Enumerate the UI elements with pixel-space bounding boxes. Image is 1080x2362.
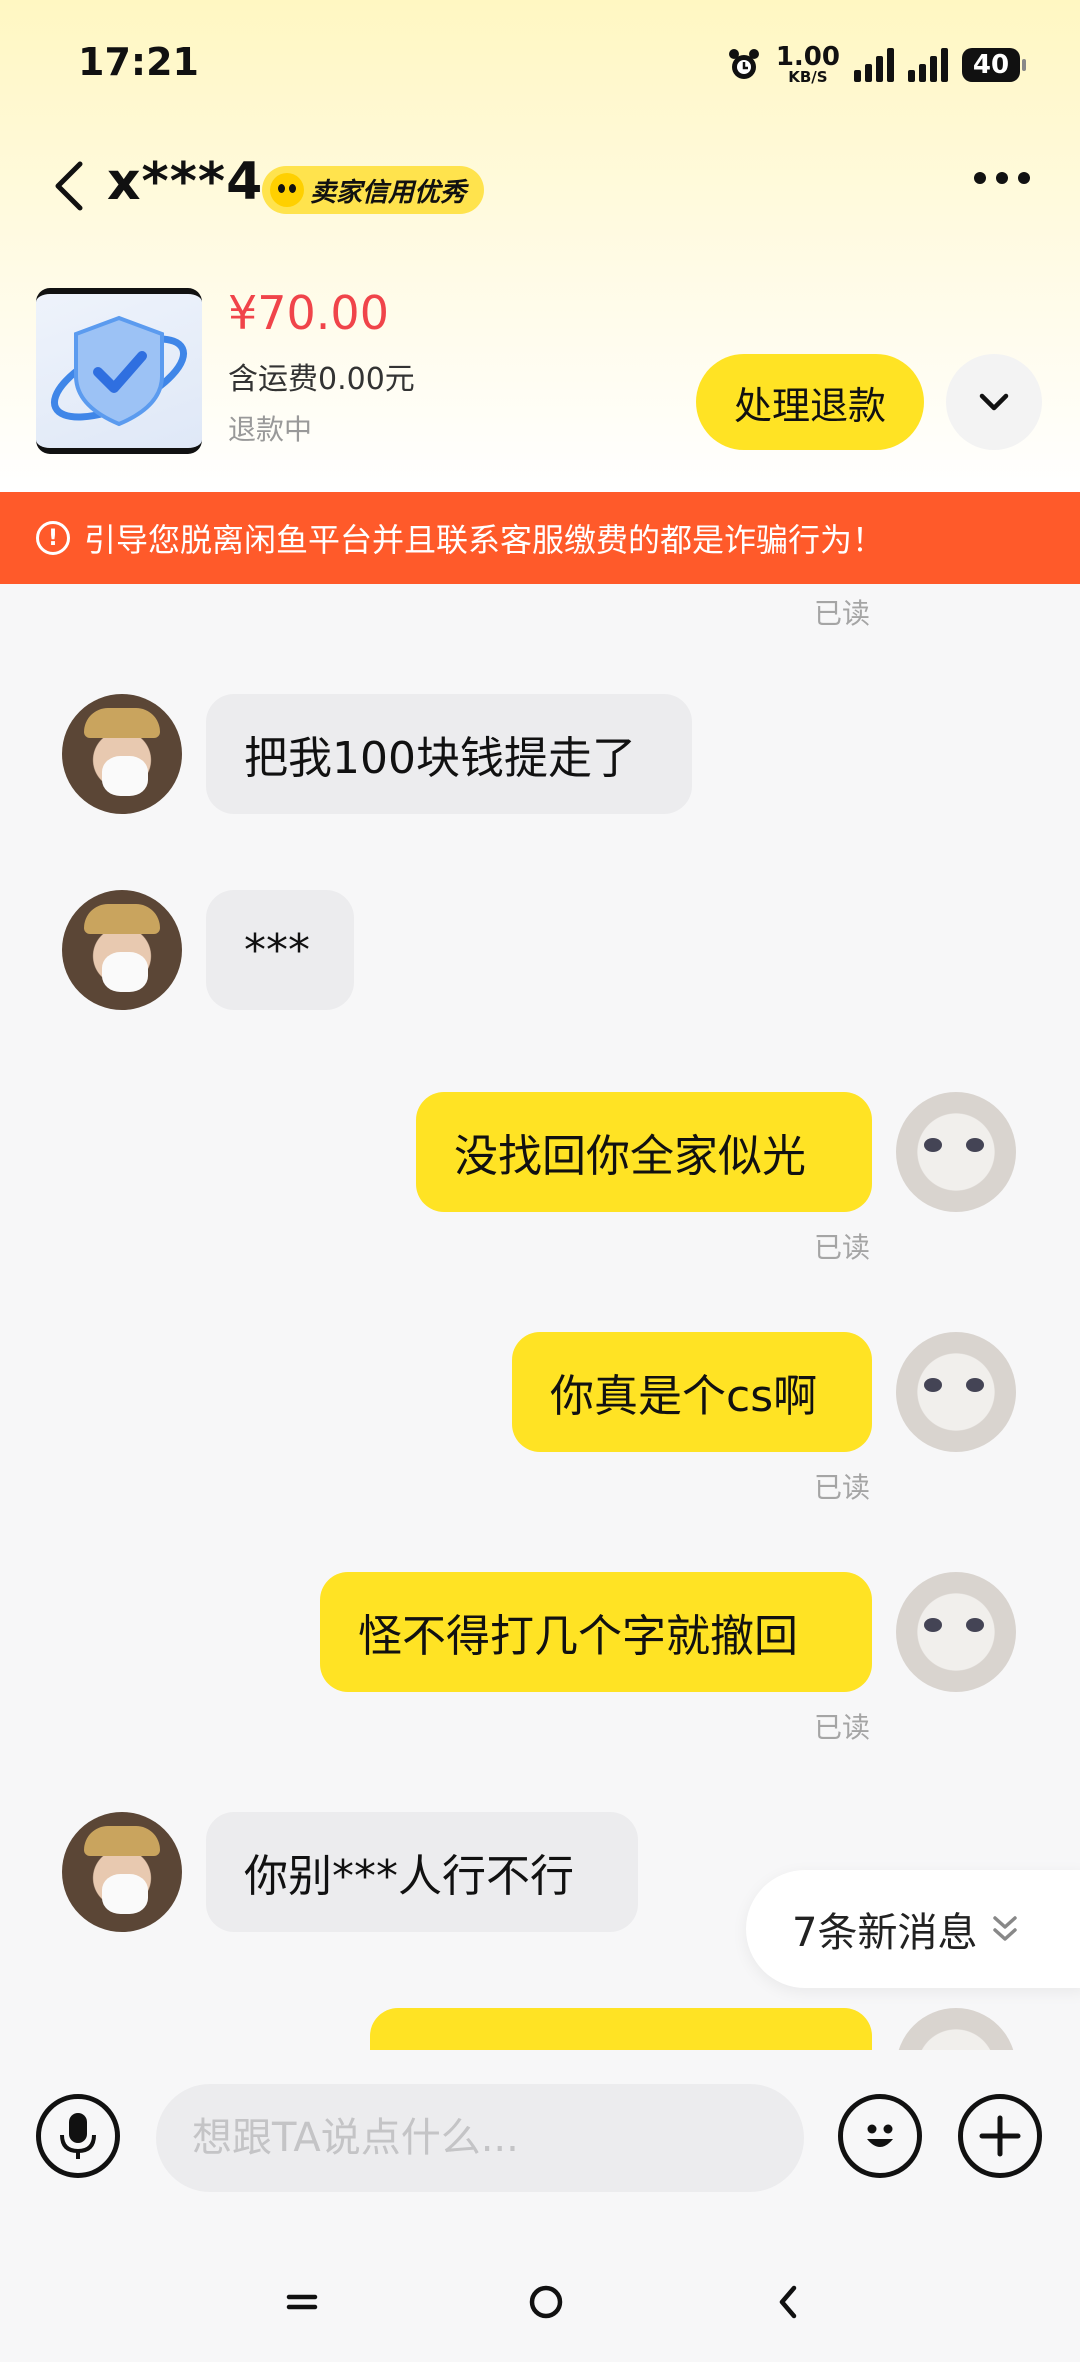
- expand-button[interactable]: [946, 354, 1042, 450]
- signal-icon: [854, 47, 894, 82]
- credit-badge[interactable]: 卖家信用优秀: [262, 166, 485, 214]
- message-bubble[interactable]: ***: [206, 890, 354, 1010]
- read-receipt: 已读: [814, 1471, 871, 1504]
- emoji-button[interactable]: [838, 2094, 922, 2178]
- read-receipt: 已读: [814, 597, 871, 630]
- status-icons: 1.00 KB/S 40: [726, 42, 1026, 86]
- message-bubble[interactable]: 你真是个cs啊: [512, 1332, 872, 1452]
- more-dot-icon: [1018, 172, 1030, 184]
- status-bar: 17:21 1.00 KB/S 40: [0, 0, 1080, 130]
- more-button[interactable]: [974, 172, 1030, 184]
- double-chevron-down-icon: [993, 1916, 1018, 1941]
- message-bubble[interactable]: 没找回你全家似光: [416, 1092, 872, 1212]
- voice-button[interactable]: [36, 2094, 120, 2178]
- chat-header: x***4 卖家信用优秀: [0, 140, 1080, 230]
- message-input[interactable]: [156, 2084, 804, 2192]
- input-bar: [0, 2050, 1080, 2232]
- fraud-warning-banner: ! 引导您脱离闲鱼平台并且联系客服缴费的都是诈骗行为！: [0, 492, 1080, 584]
- warning-text: 引导您脱离闲鱼平台并且联系客服缴费的都是诈骗行为！: [84, 521, 885, 559]
- new-messages-button[interactable]: 7条新消息: [746, 1870, 1080, 1988]
- peer-avatar[interactable]: [62, 694, 182, 814]
- shield-check-icon: [50, 315, 188, 427]
- contact-name[interactable]: x***4: [107, 152, 263, 212]
- read-receipt: 已读: [814, 1231, 871, 1264]
- menu-icon: [286, 2294, 318, 2310]
- more-dot-icon: [974, 172, 986, 184]
- network-speed: 1.00 KB/S: [775, 42, 840, 86]
- message-bubble-partial[interactable]: [370, 2008, 872, 2050]
- alarm-icon: [728, 48, 759, 79]
- fish-face-icon: [270, 173, 304, 207]
- system-nav-bar: [0, 2232, 1080, 2362]
- new-messages-label: 7条新消息: [792, 1910, 978, 1956]
- status-time: 17:21: [78, 40, 199, 84]
- shipping-fee: 含运费0.00元: [228, 362, 415, 397]
- peer-avatar[interactable]: [62, 1812, 182, 1932]
- chevron-left-icon: [779, 2285, 797, 2319]
- refund-status: 退款中: [228, 413, 313, 446]
- message-bubble[interactable]: 把我100块钱提走了: [206, 694, 692, 814]
- chat-messages[interactable]: 已读 把我100块钱提走了 *** 没找回你全家似光 已读 你真是个cs啊 已读…: [0, 584, 1080, 2050]
- self-avatar[interactable]: [896, 1092, 1016, 1212]
- plus-icon: [979, 2115, 1021, 2157]
- chevron-down-icon: [979, 393, 1009, 411]
- alert-icon: !: [36, 521, 70, 555]
- chevron-left-icon: [55, 161, 83, 211]
- nav-back-button[interactable]: [748, 2262, 828, 2342]
- message-bubble[interactable]: 怪不得打几个字就撤回: [320, 1572, 872, 1692]
- add-button[interactable]: [958, 2094, 1042, 2178]
- home-circle-icon: [529, 2285, 563, 2319]
- self-avatar[interactable]: [896, 1572, 1016, 1692]
- product-thumbnail[interactable]: [36, 288, 202, 454]
- read-receipt: 已读: [814, 1711, 871, 1744]
- signal-icon-2: [908, 47, 948, 82]
- microphone-icon: [60, 2113, 96, 2159]
- peer-avatar[interactable]: [62, 890, 182, 1010]
- product-price: ¥70.00: [228, 286, 389, 340]
- back-button[interactable]: [48, 158, 92, 214]
- emoji-icon: [867, 2124, 893, 2147]
- message-bubble[interactable]: 你别***人行不行: [206, 1812, 638, 1932]
- nav-menu-button[interactable]: [262, 2262, 342, 2342]
- product-card[interactable]: ¥70.00 含运费0.00元 退款中 处理退款: [0, 282, 1080, 462]
- battery-icon: 40: [962, 47, 1026, 82]
- process-refund-button[interactable]: 处理退款: [696, 354, 924, 450]
- self-avatar[interactable]: [896, 2008, 1016, 2050]
- credit-badge-label: 卖家信用优秀: [310, 177, 467, 208]
- nav-home-button[interactable]: [506, 2262, 586, 2342]
- more-dot-icon: [996, 172, 1008, 184]
- self-avatar[interactable]: [896, 1332, 1016, 1452]
